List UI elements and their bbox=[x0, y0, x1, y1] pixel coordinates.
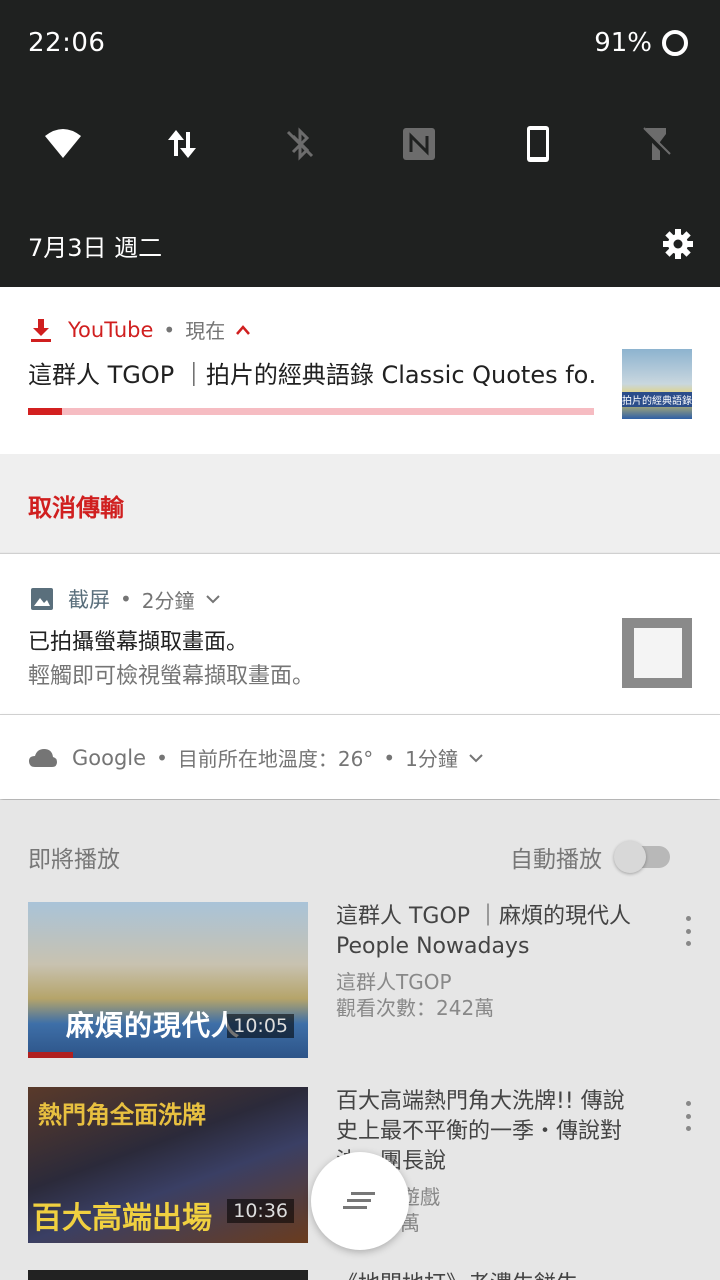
toggle-knob bbox=[614, 841, 646, 873]
download-progress-fill bbox=[28, 408, 62, 415]
cancel-transfer-button[interactable]: 取消傳輸 bbox=[28, 488, 124, 523]
chevron-down-icon[interactable] bbox=[205, 593, 221, 605]
battery-percent: 91% bbox=[594, 28, 652, 58]
battery-ring-icon bbox=[662, 30, 688, 56]
video-channel: 這群人TGOP bbox=[336, 970, 452, 994]
video-item[interactable]: 麻煩的現代人 10:05 這群人 TGOP ｜麻煩的現代人 People Now… bbox=[28, 902, 692, 1058]
notification-time: 1分鐘 bbox=[405, 747, 458, 771]
nfc-icon[interactable] bbox=[395, 120, 443, 168]
cloud-icon bbox=[28, 748, 58, 768]
video-duration: 10:05 bbox=[227, 1014, 294, 1038]
notification-title: 這群人 TGOP ｜拍片的經典語錄 Classic Quotes fo‥ bbox=[28, 361, 598, 389]
up-next-label: 即將播放 bbox=[28, 847, 120, 873]
video-views: 觀看次數：242萬 bbox=[336, 996, 495, 1020]
battery-status: 91% bbox=[594, 28, 688, 58]
clear-all-icon bbox=[343, 1192, 375, 1209]
autoplay-control: 自動播放 bbox=[510, 840, 670, 874]
separator: • bbox=[383, 745, 396, 770]
quick-settings-panel: 22:06 91% 7月3日 週二 bbox=[0, 0, 720, 287]
status-time: 22:06 bbox=[28, 28, 106, 58]
separator: • bbox=[120, 587, 132, 611]
screenshot-notification[interactable]: 截屏 • 2分鐘 已拍攝螢幕擷取畫面。 輕觸即可檢視螢幕擷取畫面。 bbox=[0, 553, 720, 714]
notification-header: 截屏 • 2分鐘 bbox=[30, 584, 221, 614]
wifi-icon[interactable] bbox=[39, 120, 87, 168]
video-thumbnail[interactable] bbox=[28, 1270, 308, 1280]
app-name: YouTube bbox=[68, 317, 154, 342]
notification-header: YouTube • 現在 bbox=[28, 315, 251, 344]
thumbnail-caption: 麻煩的現代人 bbox=[66, 1009, 241, 1042]
video-title[interactable]: 《地門地打》老濃生餅牛 bbox=[336, 1266, 578, 1280]
google-weather-notification[interactable]: Google • 目前所在地溫度：26° • 1分鐘 bbox=[0, 714, 720, 799]
screen-rotation-icon[interactable] bbox=[514, 120, 562, 168]
autoplay-label: 自動播放 bbox=[510, 847, 602, 873]
notification-time: 2分鐘 bbox=[141, 588, 195, 613]
gear-icon[interactable] bbox=[662, 228, 694, 260]
video-thumbnail: 拍片的經典語錄 bbox=[622, 349, 692, 419]
flashlight-off-icon[interactable] bbox=[632, 120, 680, 168]
clear-all-button[interactable] bbox=[311, 1152, 409, 1250]
notification-text: 目前所在地溫度：26° bbox=[177, 747, 374, 771]
thumbnail-caption: 拍片的經典語錄 bbox=[622, 392, 692, 407]
screenshot-preview bbox=[634, 628, 682, 678]
separator: • bbox=[156, 745, 168, 770]
notification-header: Google • 目前所在地溫度：26° • 1分鐘 bbox=[28, 743, 484, 772]
app-name: 截屏 bbox=[68, 588, 110, 612]
autoplay-toggle[interactable] bbox=[614, 841, 670, 873]
separator: • bbox=[163, 317, 176, 342]
thumbnail-caption: 百大高端出場 bbox=[32, 1201, 212, 1236]
notification-actions: 取消傳輸 bbox=[0, 454, 720, 552]
screenshot-thumbnail bbox=[622, 618, 692, 688]
bluetooth-off-icon[interactable] bbox=[276, 120, 324, 168]
notification-time: 現在 bbox=[185, 319, 226, 343]
youtube-download-notification[interactable]: YouTube • 現在 這群人 TGOP ｜拍片的經典語錄 Classic Q… bbox=[0, 287, 720, 454]
app-name: Google bbox=[72, 745, 147, 770]
watch-progress bbox=[28, 1052, 73, 1058]
download-progress-bar bbox=[28, 408, 594, 415]
thumbnail-caption: 熱門角全面洗牌 bbox=[38, 1101, 206, 1129]
notification-title: 已拍攝螢幕擷取畫面。 bbox=[28, 630, 249, 655]
more-options-icon[interactable] bbox=[684, 1101, 692, 1131]
notification-text: 輕觸即可檢視螢幕擷取畫面。 bbox=[28, 664, 315, 689]
more-options-icon[interactable] bbox=[684, 916, 692, 946]
date-label: 7月3日 週二 bbox=[28, 234, 163, 262]
video-title[interactable]: 這群人 TGOP ｜麻煩的現代人 People Nowadays bbox=[336, 902, 636, 962]
chevron-up-icon[interactable] bbox=[235, 324, 251, 336]
mobile-data-icon[interactable] bbox=[158, 120, 206, 168]
video-thumbnail[interactable]: 熱門角全面洗牌 百大高端出場 10:36 bbox=[28, 1087, 308, 1243]
video-thumbnail[interactable]: 麻煩的現代人 10:05 bbox=[28, 902, 308, 1058]
image-icon bbox=[30, 587, 54, 611]
chevron-down-icon[interactable] bbox=[468, 752, 484, 764]
quick-settings-tiles bbox=[0, 120, 720, 168]
video-duration: 10:36 bbox=[227, 1199, 294, 1223]
download-icon bbox=[28, 317, 54, 343]
